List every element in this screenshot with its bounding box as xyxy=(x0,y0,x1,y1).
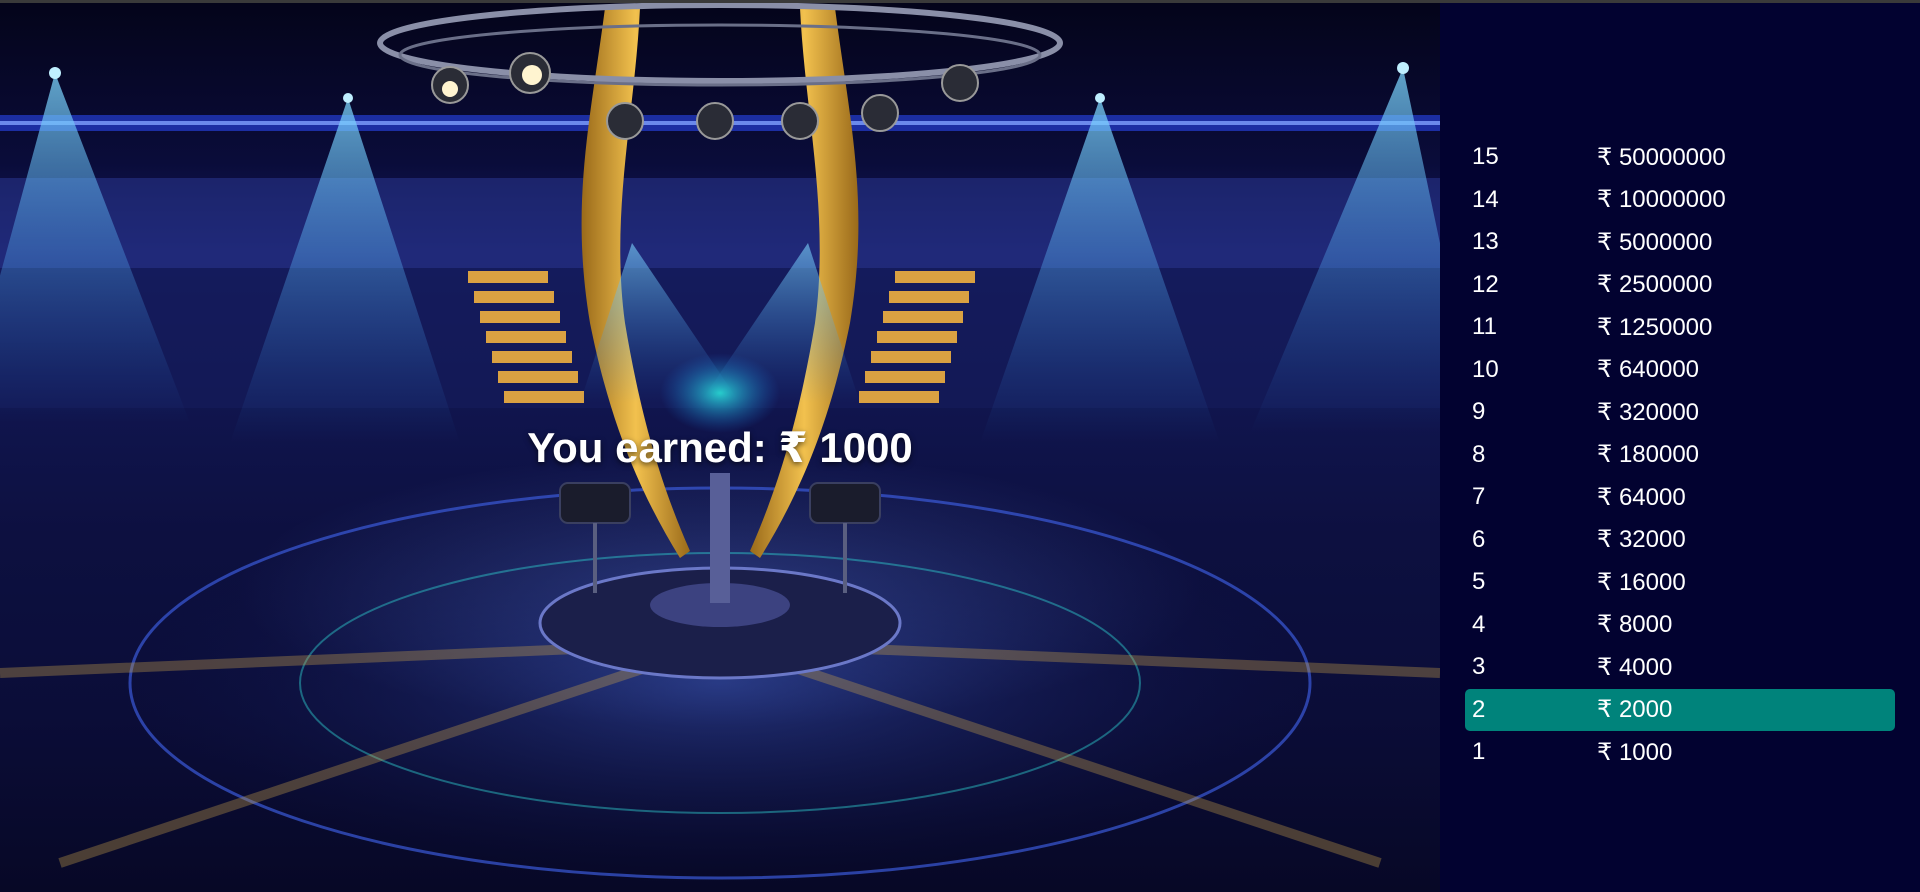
money-ladder-list: 15 ₹ 50000000 14 ₹ 10000000 13 ₹ 5000000 12 ₹ 2… xyxy=(1465,136,1895,774)
ladder-level-amount: ₹ 5000000 xyxy=(1597,228,1713,256)
ladder-level-amount: ₹ 320000 xyxy=(1597,398,1700,426)
ladder-level-amount: ₹ 4000 xyxy=(1597,653,1673,681)
ladder-level-amount: ₹ 180000 xyxy=(1597,441,1700,469)
ladder-level-14: 14 ₹ 10000000 xyxy=(1465,179,1895,222)
ladder-level-number: 7 xyxy=(1472,483,1486,511)
ladder-level-11: 11 ₹ 1250000 xyxy=(1465,306,1895,349)
ladder-level-amount: ₹ 16000 xyxy=(1597,568,1686,596)
ladder-level-12: 12 ₹ 2500000 xyxy=(1465,264,1895,307)
ladder-level-5: 5 ₹ 16000 xyxy=(1465,561,1895,604)
ladder-level-amount: ₹ 1000 xyxy=(1597,738,1673,766)
ladder-level-amount: ₹ 10000000 xyxy=(1597,186,1726,214)
ladder-level-number: 11 xyxy=(1472,313,1497,341)
ladder-level-amount: ₹ 64000 xyxy=(1597,483,1686,511)
ladder-level-number: 10 xyxy=(1472,355,1499,383)
ladder-level-amount: ₹ 1250000 xyxy=(1597,313,1713,341)
ladder-level-1: 1 ₹ 1000 xyxy=(1465,731,1895,774)
ladder-level-amount: ₹ 2500000 xyxy=(1597,271,1713,299)
ladder-level-amount: ₹ 640000 xyxy=(1597,356,1700,384)
ladder-level-amount: ₹ 2000 xyxy=(1597,696,1673,724)
ladder-level-number: 12 xyxy=(1472,270,1499,298)
ladder-level-number: 15 xyxy=(1472,143,1499,171)
ladder-level-8: 8 ₹ 180000 xyxy=(1465,434,1895,477)
ladder-level-number: 3 xyxy=(1472,653,1486,681)
earned-amount-message: You earned: ₹ 1000 xyxy=(527,424,913,471)
ladder-level-number: 1 xyxy=(1472,738,1486,766)
ladder-level-10: 10 ₹ 640000 xyxy=(1465,349,1895,392)
ladder-level-6: 6 ₹ 32000 xyxy=(1465,519,1895,562)
ladder-level-3: 3 ₹ 4000 xyxy=(1465,646,1895,689)
ladder-level-number: 4 xyxy=(1472,610,1486,638)
ladder-level-9: 9 ₹ 320000 xyxy=(1465,391,1895,434)
ladder-level-amount: ₹ 32000 xyxy=(1597,526,1686,554)
game-stage-background: You earned: ₹ 1000 xyxy=(0,3,1440,892)
ladder-level-15: 15 ₹ 50000000 xyxy=(1465,136,1895,179)
ladder-level-number: 6 xyxy=(1472,525,1486,553)
ladder-level-number: 13 xyxy=(1472,228,1499,256)
ladder-level-2-current: 2 ₹ 2000 xyxy=(1465,688,1895,731)
ladder-level-number: 9 xyxy=(1472,398,1486,426)
ladder-level-number: 14 xyxy=(1472,185,1499,213)
ladder-level-7: 7 ₹ 64000 xyxy=(1465,476,1895,519)
ladder-level-number: 5 xyxy=(1472,568,1486,596)
ladder-level-13: 13 ₹ 5000000 xyxy=(1465,221,1895,264)
money-ladder-panel: 15 ₹ 50000000 14 ₹ 10000000 13 ₹ 5000000 12 ₹ 2… xyxy=(1440,3,1920,892)
ladder-level-amount: ₹ 50000000 xyxy=(1597,143,1726,171)
ladder-level-number: 2 xyxy=(1472,695,1486,723)
ladder-level-amount: ₹ 8000 xyxy=(1597,611,1673,639)
ladder-level-4: 4 ₹ 8000 xyxy=(1465,604,1895,647)
ladder-level-number: 8 xyxy=(1472,440,1486,468)
